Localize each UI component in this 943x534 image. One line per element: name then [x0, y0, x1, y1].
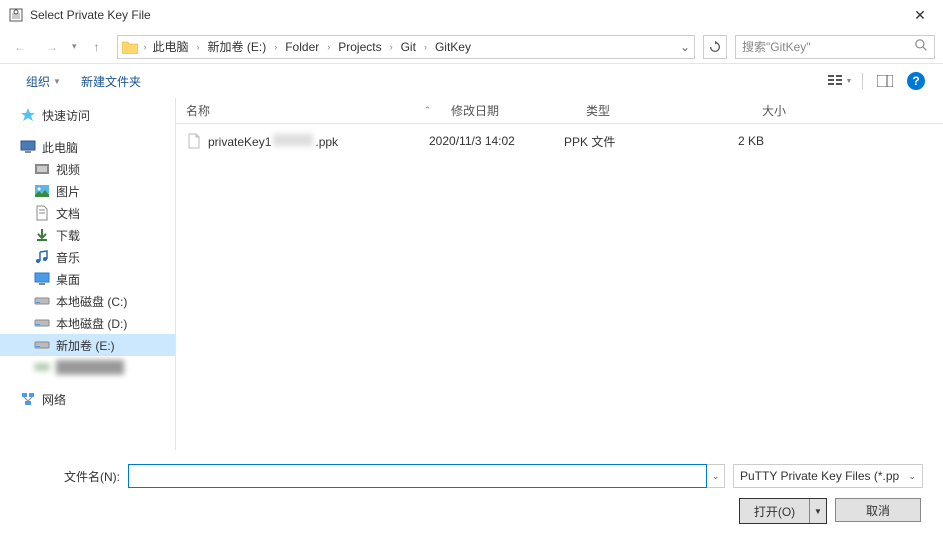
- column-size[interactable]: 大小: [696, 102, 796, 119]
- cancel-button[interactable]: 取消: [835, 498, 921, 522]
- filename-input[interactable]: [128, 464, 707, 488]
- search-icon: [915, 39, 928, 55]
- main-area: 快速访问 此电脑 视频 图片 文档 下载: [0, 98, 943, 450]
- star-icon: [20, 107, 36, 123]
- chevron-right-icon: ›: [325, 42, 332, 52]
- sidebar-disk-e[interactable]: 新加卷 (E:): [0, 334, 175, 356]
- video-icon: [34, 161, 50, 177]
- pictures-icon: [34, 183, 50, 199]
- open-button-group: 打开(O) ▼: [739, 498, 827, 524]
- breadcrumb: 此电脑 › 新加卷 (E:) › Folder › Projects › Git…: [149, 36, 475, 57]
- file-size: 2 KB: [674, 134, 774, 148]
- chevron-right-icon: ›: [272, 42, 279, 52]
- disk-icon: [34, 293, 50, 309]
- sidebar-quick-access[interactable]: 快速访问: [0, 104, 175, 126]
- sidebar-desktop[interactable]: 桌面: [0, 268, 175, 290]
- file-icon: [186, 133, 202, 149]
- file-row[interactable]: privateKey1.ppk 2020/11/3 14:02 PPK 文件 2…: [176, 124, 943, 150]
- breadcrumb-item[interactable]: Projects: [334, 38, 385, 56]
- open-button[interactable]: 打开(O): [740, 499, 810, 523]
- sidebar-hidden-item[interactable]: ████████: [0, 356, 175, 378]
- bottom-panel: 文件名(N): ⌄ PuTTY Private Key Files (*.pp …: [0, 450, 943, 534]
- disk-icon: [34, 337, 50, 353]
- toolbar: 组织 ▼ 新建文件夹 ▼ ?: [0, 64, 943, 98]
- divider: [862, 73, 863, 89]
- column-type[interactable]: 类型: [576, 102, 696, 119]
- close-button[interactable]: ✕: [905, 7, 935, 24]
- sidebar-music[interactable]: 音乐: [0, 246, 175, 268]
- sidebar-documents[interactable]: 文档: [0, 202, 175, 224]
- new-folder-button[interactable]: 新建文件夹: [73, 69, 149, 94]
- breadcrumb-item[interactable]: Folder: [281, 38, 323, 56]
- chevron-right-icon[interactable]: ›: [142, 42, 149, 52]
- breadcrumb-item[interactable]: 新加卷 (E:): [204, 36, 271, 57]
- music-icon: [34, 249, 50, 265]
- organize-button[interactable]: 组织 ▼: [18, 69, 69, 94]
- titlebar: Select Private Key File ✕: [0, 0, 943, 30]
- window-title: Select Private Key File: [30, 8, 905, 22]
- navigation-bar: ← → ▾ ↑ › 此电脑 › 新加卷 (E:) › Folder › Proj…: [0, 30, 943, 64]
- desktop-icon: [34, 271, 50, 287]
- documents-icon: [34, 205, 50, 221]
- chevron-right-icon: ›: [422, 42, 429, 52]
- history-dropdown[interactable]: ▾: [72, 41, 77, 52]
- filetype-select[interactable]: PuTTY Private Key Files (*.pp ⌄: [733, 464, 923, 488]
- view-options-button[interactable]: ▼: [826, 69, 854, 93]
- back-button[interactable]: ←: [8, 35, 32, 59]
- sidebar-disk-c[interactable]: 本地磁盘 (C:): [0, 290, 175, 312]
- folder-icon: [122, 40, 138, 54]
- address-dropdown[interactable]: ⌄: [680, 40, 690, 54]
- app-icon: [8, 7, 24, 23]
- file-name-text: privateKey1.ppk: [208, 134, 338, 149]
- up-button[interactable]: ↑: [85, 35, 109, 59]
- filename-dropdown[interactable]: ⌄: [707, 464, 725, 488]
- refresh-button[interactable]: [703, 35, 727, 59]
- chevron-right-icon: ›: [195, 42, 202, 52]
- download-icon: [34, 227, 50, 243]
- preview-pane-button[interactable]: [871, 69, 899, 93]
- open-dropdown[interactable]: ▼: [810, 499, 826, 523]
- search-placeholder: 搜索"GitKey": [742, 38, 915, 55]
- file-list-area: 名称 ⌃ 修改日期 类型 大小 privateKey1.ppk 2020/11/…: [175, 98, 943, 450]
- column-date[interactable]: 修改日期: [441, 102, 576, 119]
- breadcrumb-item[interactable]: GitKey: [431, 38, 475, 56]
- forward-button[interactable]: →: [40, 35, 64, 59]
- breadcrumb-item[interactable]: Git: [397, 38, 420, 56]
- sidebar-disk-d[interactable]: 本地磁盘 (D:): [0, 312, 175, 334]
- column-headers: 名称 ⌃ 修改日期 类型 大小: [176, 98, 943, 124]
- chevron-right-icon: ›: [388, 42, 395, 52]
- file-date: 2020/11/3 14:02: [419, 134, 554, 148]
- sidebar-pictures[interactable]: 图片: [0, 180, 175, 202]
- sidebar-network[interactable]: 网络: [0, 388, 175, 410]
- sort-arrow-icon: ⌃: [423, 105, 431, 116]
- breadcrumb-item[interactable]: 此电脑: [149, 36, 193, 57]
- network-icon: [20, 391, 36, 407]
- sidebar-this-pc[interactable]: 此电脑: [0, 136, 175, 158]
- computer-icon: [20, 139, 36, 155]
- search-input[interactable]: 搜索"GitKey": [735, 35, 935, 59]
- file-type: PPK 文件: [554, 133, 674, 150]
- column-name[interactable]: 名称 ⌃: [176, 102, 441, 119]
- address-bar[interactable]: › 此电脑 › 新加卷 (E:) › Folder › Projects › G…: [117, 35, 695, 59]
- filename-label: 文件名(N):: [20, 468, 120, 485]
- help-button[interactable]: ?: [907, 72, 925, 90]
- disk-icon: [34, 315, 50, 331]
- sidebar: 快速访问 此电脑 视频 图片 文档 下载: [0, 98, 175, 450]
- disk-icon: [34, 359, 50, 375]
- sidebar-videos[interactable]: 视频: [0, 158, 175, 180]
- sidebar-downloads[interactable]: 下载: [0, 224, 175, 246]
